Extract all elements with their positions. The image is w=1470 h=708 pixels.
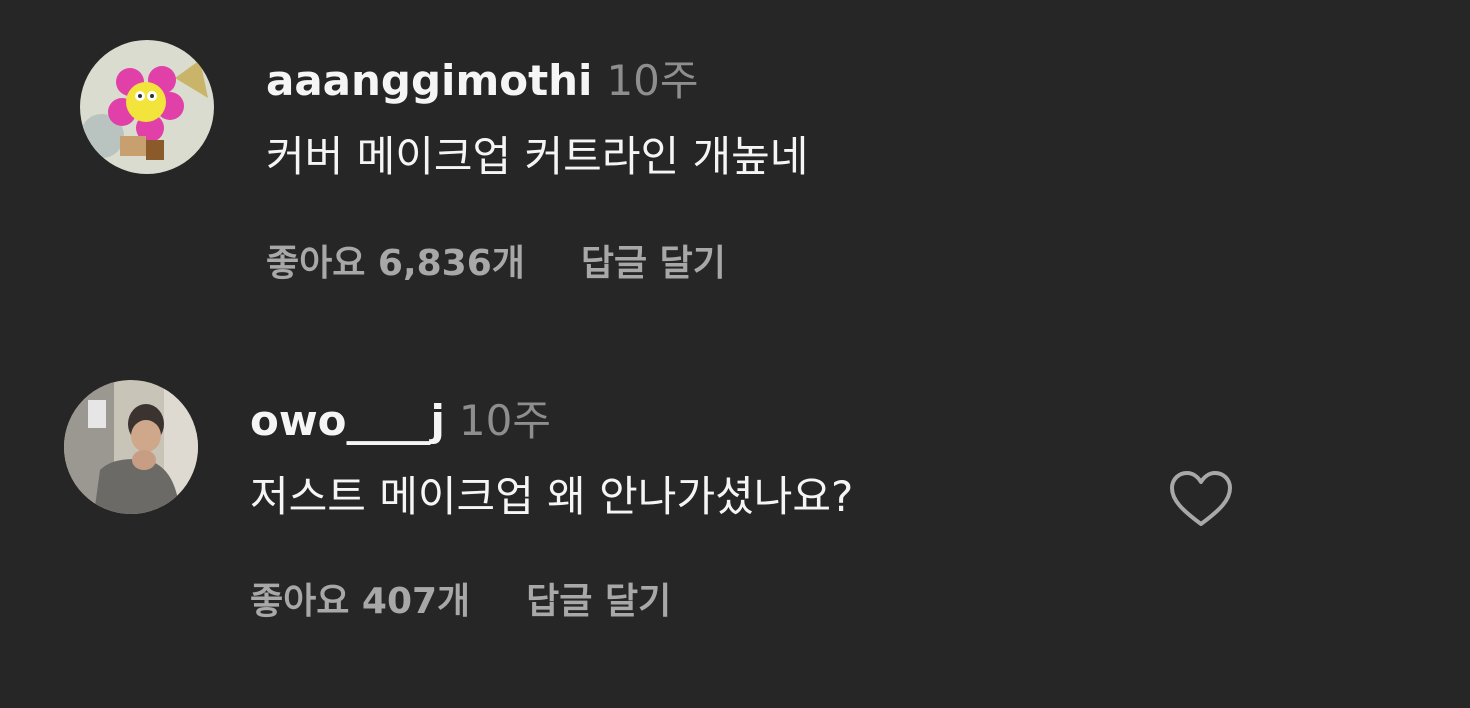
avatar-image	[64, 380, 198, 514]
avatar-image	[80, 40, 214, 174]
comment-text: 저스트 메이크업 왜 안나가셨나요?	[250, 472, 854, 521]
avatar[interactable]	[64, 380, 198, 514]
username-link[interactable]: owo____j	[250, 396, 445, 445]
comment-header: aaanggimothi 10주	[266, 56, 699, 106]
comment-item: owo____j 10주 저스트 메이크업 왜 안나가셨나요? 좋아요 407개 답…	[0, 340, 1470, 708]
timestamp: 10주	[458, 396, 551, 445]
like-count-button[interactable]: 좋아요 6,836개	[266, 243, 525, 284]
comment-text: 커버 메이크업 커트라인 개높네	[266, 132, 809, 181]
comment-actions: 좋아요 6,836개 답글 달기	[266, 242, 726, 286]
username-link[interactable]: aaanggimothi	[266, 56, 592, 105]
comment-actions: 좋아요 407개 답글 달기	[250, 580, 671, 624]
like-count-button[interactable]: 좋아요 407개	[250, 581, 470, 622]
like-heart-icon[interactable]	[1168, 470, 1234, 528]
reply-button[interactable]: 답글 달기	[581, 243, 726, 284]
comment-header: owo____j 10주	[250, 396, 551, 446]
comment-item: aaanggimothi 10주 커버 메이크업 커트라인 개높네 좋아요 6,8…	[0, 0, 1470, 330]
reply-button[interactable]: 답글 달기	[526, 581, 671, 622]
avatar[interactable]	[80, 40, 214, 174]
timestamp: 10주	[606, 56, 699, 105]
